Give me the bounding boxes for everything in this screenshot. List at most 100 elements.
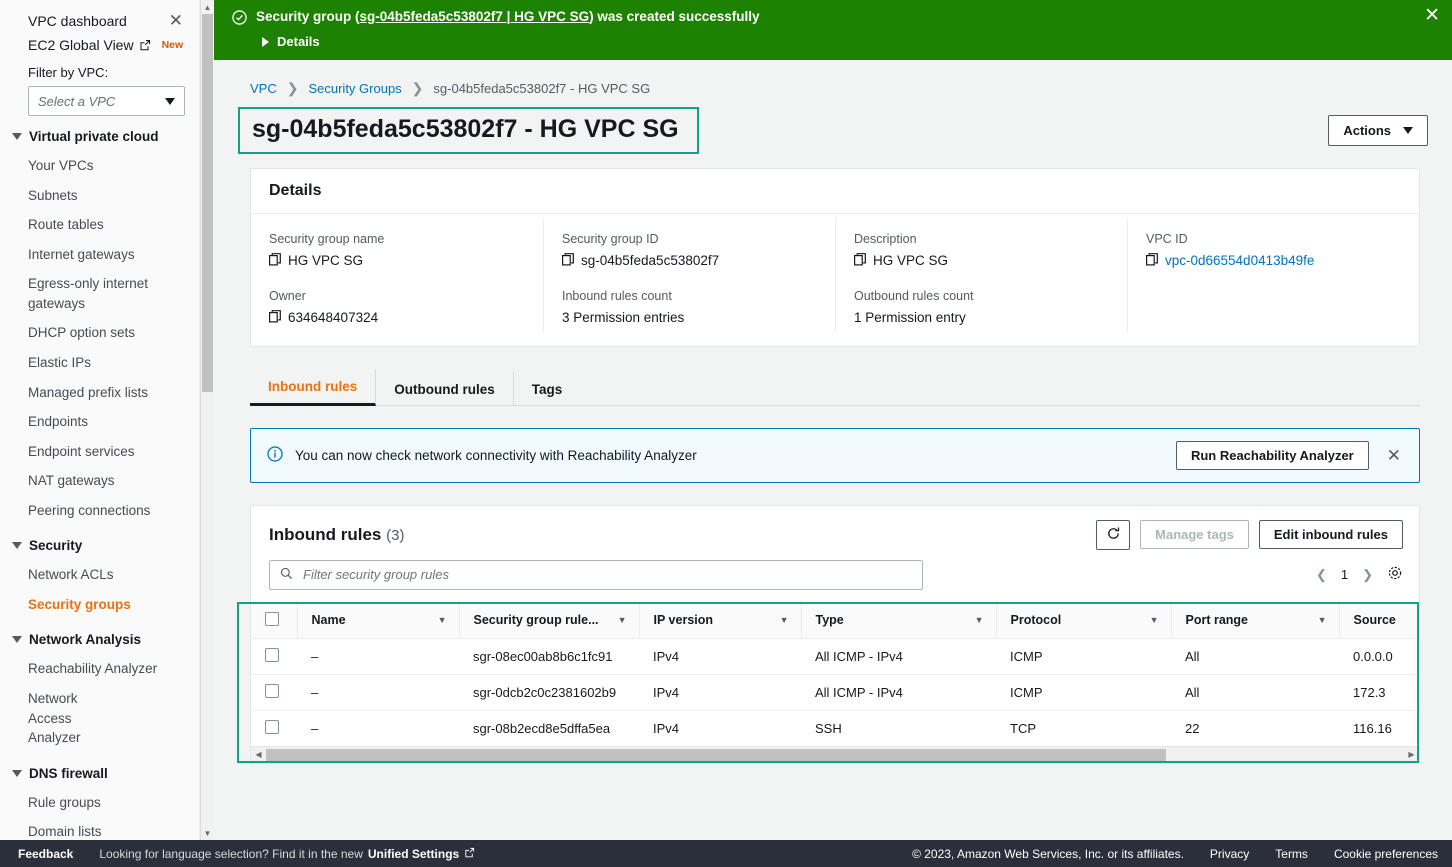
breadcrumb-item-vpc[interactable]: VPC <box>250 81 277 96</box>
column-header-protocol[interactable]: Protocol ▼ <box>995 601 1171 639</box>
manage-tags-button[interactable]: Manage tags <box>1140 520 1249 550</box>
column-label: Security group rule... <box>473 613 599 628</box>
copy-icon[interactable] <box>854 252 866 269</box>
privacy-link[interactable]: Privacy <box>1210 847 1249 861</box>
scroll-right-icon[interactable]: ▶ <box>1404 750 1419 759</box>
sidebar-item-managed-prefix-lists[interactable]: Managed prefix lists <box>0 378 199 408</box>
search-icon <box>280 567 293 583</box>
row-select-cell <box>251 638 297 675</box>
copy-icon[interactable] <box>1146 252 1158 269</box>
search-box[interactable] <box>269 559 923 590</box>
copy-icon[interactable] <box>269 309 281 326</box>
breadcrumb-item-security-groups[interactable]: Security Groups <box>308 81 401 96</box>
flash-resource-link[interactable]: sg-04b5feda5c53802f7 | HG VPC SG <box>360 9 590 24</box>
column-header-security-group-rule-id[interactable]: Security group rule... ▼ <box>458 601 639 639</box>
search-input[interactable] <box>301 566 912 584</box>
row-checkbox[interactable] <box>265 683 279 698</box>
detail-label: Owner <box>269 288 306 303</box>
column-label: IP version <box>653 613 714 628</box>
column-header-name[interactable]: Name ▼ <box>296 601 459 639</box>
table-row[interactable]: – sgr-08ec00ab8b6c1fc91 IPv4 All ICMP - … <box>251 638 1419 675</box>
sidebar-item-network-access-analyzer[interactable]: Network Access Analyzer <box>0 684 130 753</box>
cell-ip-version: IPv4 <box>639 674 801 711</box>
table-scrollbar-thumb[interactable] <box>266 748 1166 762</box>
cell-port-range: All <box>1171 674 1339 711</box>
chevron-left-icon[interactable]: ❮ <box>1316 567 1327 583</box>
row-checkbox[interactable] <box>265 719 279 734</box>
feedback-link[interactable]: Feedback <box>18 847 73 861</box>
copy-icon[interactable] <box>269 252 281 269</box>
inbound-rules-title: Inbound rules <box>269 524 382 544</box>
details-card-title: Details <box>251 169 1419 214</box>
row-checkbox[interactable] <box>265 647 279 662</box>
sidebar-item-reachability-analyzer[interactable]: Reachability Analyzer <box>0 654 199 684</box>
sidebar-group-label: Network Analysis <box>29 632 142 648</box>
cell-source: 116.16 <box>1339 710 1419 746</box>
sidebar-item-dhcp-option-sets[interactable]: DHCP option sets <box>0 318 199 348</box>
cell-ip-version: IPv4 <box>639 710 801 746</box>
info-alert-close-icon[interactable]: ✕ <box>1381 447 1407 464</box>
table-header-row: Name ▼ Security group rule... ▼ IP version… <box>251 601 1419 639</box>
sidebar-group-security[interactable]: Security <box>0 525 199 560</box>
sidebar-item-peering-connections[interactable]: Peering connections <box>0 496 199 526</box>
unified-settings-link[interactable]: Unified Settings <box>368 847 459 861</box>
sidebar-group-network-analysis[interactable]: Network Analysis <box>0 619 199 654</box>
sidebar-group-virtual-private-cloud[interactable]: Virtual private cloud <box>0 116 199 151</box>
scroll-left-icon[interactable]: ◀ <box>251 750 266 759</box>
flash-details-toggle[interactable]: Details <box>262 34 1438 49</box>
tab-inbound-rules[interactable]: Inbound rules <box>250 368 377 406</box>
table-row[interactable]: – sgr-08b2ecd8e5dffa5ea IPv4 SSH TCP 22 … <box>251 710 1419 746</box>
refresh-button[interactable] <box>1096 519 1131 550</box>
scroll-down-icon[interactable]: ▼ <box>201 826 214 840</box>
sidebar-item-ec2-global-view[interactable]: EC2 Global View New <box>0 33 199 55</box>
column-header-port-range[interactable]: Port range ▼ <box>1170 601 1339 639</box>
chevron-right-icon[interactable]: ❯ <box>1362 567 1373 583</box>
sidebar-item-route-tables[interactable]: Route tables <box>0 210 199 240</box>
sidebar-item-egress-only-internet-gateways[interactable]: Egress-only internet gateways <box>0 269 199 318</box>
flash-close-icon[interactable]: ✕ <box>1424 6 1440 25</box>
sidebar-item-endpoints[interactable]: Endpoints <box>0 407 199 437</box>
column-header-source[interactable]: Source <box>1338 601 1419 639</box>
tab-tags[interactable]: Tags <box>514 372 581 406</box>
success-flash-banner: Security group (sg-04b5feda5c53802f7 | H… <box>214 0 1452 60</box>
copy-icon[interactable] <box>562 252 574 269</box>
sidebar-scrollbar-thumb[interactable] <box>202 14 213 392</box>
sidebar-item-your-vpcs[interactable]: Your VPCs <box>0 151 199 181</box>
column-header-type[interactable]: Type ▼ <box>800 601 996 639</box>
actions-button[interactable]: Actions <box>1328 114 1428 146</box>
sidebar-item-endpoint-services[interactable]: Endpoint services <box>0 437 199 467</box>
sidebar-item-security-groups[interactable]: Security groups <box>0 590 199 620</box>
select-all-checkbox[interactable] <box>265 611 279 626</box>
sidebar-item-nat-gateways[interactable]: NAT gateways <box>0 466 199 496</box>
table-row[interactable]: – sgr-0dcb2c0c2381602b9 IPv4 All ICMP - … <box>251 674 1419 711</box>
cell-rule-id: sgr-08ec00ab8b6c1fc91 <box>459 638 639 675</box>
sidebar-scrollbar[interactable]: ▲ ▼ <box>200 0 213 840</box>
chevron-right-icon <box>262 36 269 47</box>
column-header-ip-version[interactable]: IP version ▼ <box>638 601 801 639</box>
table-horizontal-scrollbar[interactable]: ◀ ▶ <box>251 745 1419 763</box>
vpc-select[interactable]: Select a VPC <box>28 86 185 116</box>
sidebar-item-network-acls[interactable]: Network ACLs <box>0 560 199 590</box>
sidebar-item-internet-gateways[interactable]: Internet gateways <box>0 240 199 270</box>
detail-value-link[interactable]: vpc-0d66554d0413b49fe <box>1165 253 1314 268</box>
edit-inbound-rules-button[interactable]: Edit inbound rules <box>1258 520 1403 550</box>
sort-icon: ▼ <box>1149 615 1159 626</box>
sidebar-item-vpc-dashboard[interactable]: VPC dashboard <box>28 13 127 29</box>
tab-outbound-rules[interactable]: Outbound rules <box>376 371 514 406</box>
sidebar-item-domain-lists[interactable]: Domain lists <box>0 817 199 840</box>
breadcrumb-separator-icon: ❯ <box>411 80 424 96</box>
sidebar-item-elastic-ips[interactable]: Elastic IPs <box>0 348 199 378</box>
scroll-up-icon[interactable]: ▲ <box>201 0 214 14</box>
sidebar-close-icon[interactable]: ✕ <box>167 12 185 29</box>
gear-icon[interactable] <box>1387 565 1403 584</box>
pagination: ❮ 1 ❯ <box>1316 565 1403 584</box>
sidebar-group-dns-firewall[interactable]: DNS firewall <box>0 753 199 788</box>
detail-value: 3 Permission entries <box>562 309 685 325</box>
breadcrumb-item-current: sg-04b5feda5c53802f7 - HG VPC SG <box>433 81 651 96</box>
sidebar-item-subnets[interactable]: Subnets <box>0 181 199 211</box>
cookie-preferences-link[interactable]: Cookie preferences <box>1334 847 1438 861</box>
run-reachability-analyzer-button[interactable]: Run Reachability Analyzer <box>1175 440 1369 470</box>
sidebar-item-rule-groups[interactable]: Rule groups <box>0 788 199 818</box>
terms-link[interactable]: Terms <box>1275 847 1308 861</box>
page-number[interactable]: 1 <box>1341 567 1348 582</box>
